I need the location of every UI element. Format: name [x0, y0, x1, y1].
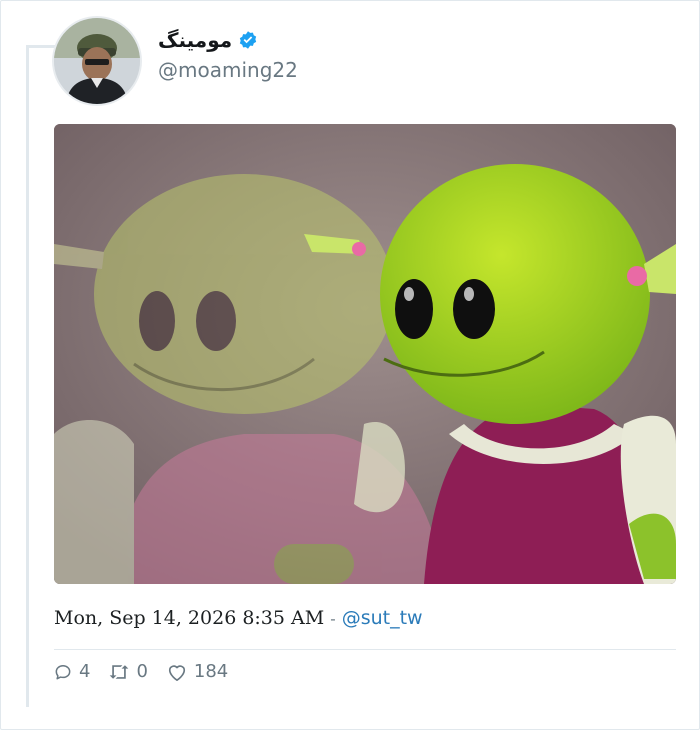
retweet-icon	[108, 662, 130, 682]
tweet-meta: Mon, Sep 14, 2026 8:35 AM - @sut_tw	[54, 607, 423, 629]
retweet-button[interactable]: 0	[108, 661, 148, 682]
tweet-card: مومینگ @moaming22 Mon, Sep 14, 2026 8:35…	[0, 0, 700, 730]
author-handle[interactable]: @moaming22	[158, 58, 298, 82]
tweet-datetime[interactable]: Mon, Sep 14, 2026 8:35 AM	[54, 607, 324, 629]
like-count: 184	[193, 661, 229, 682]
verified-badge-icon	[238, 30, 258, 50]
like-button[interactable]: 184	[166, 661, 228, 682]
via-handle-link[interactable]: @sut_tw	[342, 607, 423, 629]
heart-icon	[166, 662, 188, 682]
thread-line	[26, 45, 29, 707]
retweet-count: 0	[136, 661, 148, 682]
display-name[interactable]: مومینگ	[158, 28, 232, 52]
reply-count: 4	[79, 661, 91, 682]
actions-divider	[54, 649, 676, 650]
tweet-actions: 4 0 184	[53, 661, 228, 682]
reply-button[interactable]: 4	[53, 661, 90, 682]
author-name-row[interactable]: مومینگ	[158, 23, 258, 57]
tweet-media-image[interactable]	[54, 124, 676, 584]
puppet-image	[54, 124, 676, 584]
avatar-image	[54, 18, 140, 104]
avatar[interactable]	[54, 18, 140, 104]
thread-line-connector	[26, 45, 56, 48]
meta-separator: -	[330, 609, 336, 628]
reply-icon	[53, 662, 73, 682]
